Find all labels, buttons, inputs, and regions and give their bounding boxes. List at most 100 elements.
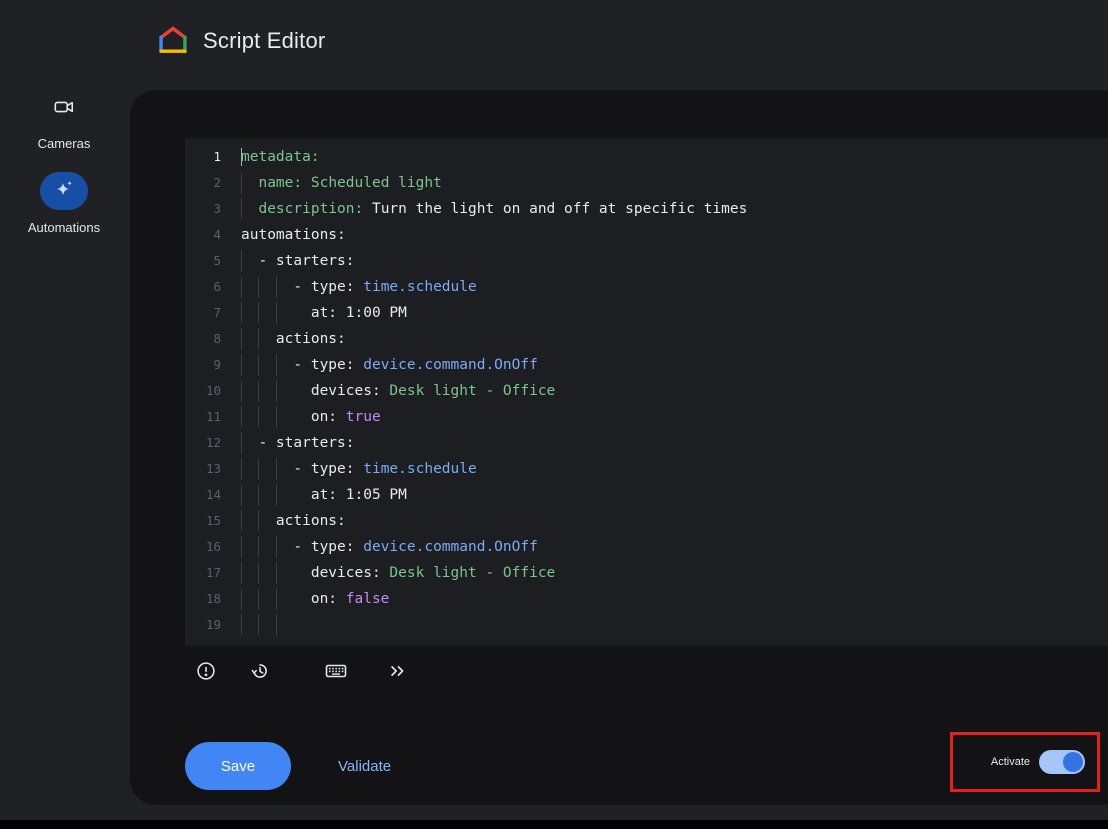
code-line[interactable]: 15 actions: — [185, 508, 1108, 534]
line-number: 14 — [185, 482, 241, 508]
line-number: 4 — [185, 222, 241, 248]
indent-guide — [276, 536, 277, 558]
code-line[interactable]: 16 - type: device.command.OnOff — [185, 534, 1108, 560]
annotation-highlight: Activate — [950, 732, 1100, 792]
indent-guide — [276, 354, 277, 376]
code-token: at: — [241, 487, 337, 503]
indent-guide — [276, 588, 277, 610]
code-line[interactable]: 18 on: false — [185, 586, 1108, 612]
code-token: true — [337, 409, 381, 425]
indent-guide — [241, 588, 242, 610]
code-token: Scheduled light — [302, 175, 442, 191]
indent-guide — [241, 302, 242, 324]
save-button[interactable]: Save — [185, 742, 291, 790]
code-line[interactable]: 3 description: Turn the light on and off… — [185, 196, 1108, 222]
code-line[interactable]: 1metadata: — [185, 144, 1108, 170]
code-token: device.command.OnOff — [355, 357, 538, 373]
indent-guide — [241, 562, 242, 584]
keyboard-button[interactable] — [316, 652, 356, 692]
indent-guide — [241, 536, 242, 558]
validate-button[interactable]: Validate — [326, 742, 403, 790]
code-line[interactable]: 4automations: — [185, 222, 1108, 248]
line-number: 2 — [185, 170, 241, 196]
indent-guide — [241, 380, 242, 402]
more-panels-button[interactable] — [378, 652, 418, 692]
toggle-knob — [1063, 752, 1083, 772]
code-token: 1:00 PM — [337, 305, 407, 321]
line-number: 16 — [185, 534, 241, 560]
indent-guide — [241, 614, 242, 636]
code-lines: 1metadata:2 name: Scheduled light3 descr… — [185, 144, 1108, 638]
history-button[interactable] — [240, 652, 280, 692]
indent-guide — [241, 510, 242, 532]
code-token: automations: — [241, 227, 346, 243]
keyboard-icon — [324, 659, 348, 686]
code-token — [241, 175, 258, 191]
code-token: actions: — [241, 513, 346, 529]
code-line[interactable]: 11 on: true — [185, 404, 1108, 430]
indent-guide — [258, 562, 259, 584]
indent-guide — [276, 406, 277, 428]
line-number: 7 — [185, 300, 241, 326]
sidebar-item-cameras[interactable]: Cameras — [0, 96, 128, 151]
code-token: 1:05 PM — [337, 487, 407, 503]
code-token — [241, 201, 258, 217]
line-number: 11 — [185, 404, 241, 430]
screen-edge-strip — [0, 820, 1108, 829]
indent-guide — [241, 198, 242, 220]
indent-guide — [258, 484, 259, 506]
code-line[interactable]: 7 at: 1:00 PM — [185, 300, 1108, 326]
code-line[interactable]: 19 — [185, 612, 1108, 638]
line-number: 10 — [185, 378, 241, 404]
line-number: 17 — [185, 560, 241, 586]
sidebar-item-automations[interactable]: Automations — [0, 172, 128, 235]
sidebar-item-label: Automations — [0, 220, 128, 235]
code-token: - starters: — [241, 253, 355, 269]
code-line[interactable]: 13 - type: time.schedule — [185, 456, 1108, 482]
line-number: 8 — [185, 326, 241, 352]
code-line[interactable]: 17 devices: Desk light - Office — [185, 560, 1108, 586]
camera-icon — [53, 96, 75, 123]
indent-guide — [241, 276, 242, 298]
line-number: 13 — [185, 456, 241, 482]
code-line[interactable]: 12 - starters: — [185, 430, 1108, 456]
code-token: devices: — [241, 565, 381, 581]
code-token: time.schedule — [355, 279, 477, 295]
code-line[interactable]: 6 - type: time.schedule — [185, 274, 1108, 300]
code-token: metadata: — [241, 149, 320, 165]
activate-toggle[interactable] — [1039, 750, 1085, 774]
problems-button[interactable] — [186, 652, 226, 692]
code-line[interactable]: 5 - starters: — [185, 248, 1108, 274]
indent-guide — [241, 432, 242, 454]
indent-guide — [276, 484, 277, 506]
indent-guide — [258, 406, 259, 428]
code-token: name: — [258, 175, 302, 191]
indent-guide — [241, 458, 242, 480]
indent-guide — [258, 614, 259, 636]
code-line[interactable]: 9 - type: device.command.OnOff — [185, 352, 1108, 378]
alert-circle-icon — [195, 660, 217, 685]
indent-guide — [276, 380, 277, 402]
sidebar-item-label: Cameras — [0, 136, 128, 151]
indent-guide — [276, 562, 277, 584]
code-line[interactable]: 10 devices: Desk light - Office — [185, 378, 1108, 404]
line-number: 5 — [185, 248, 241, 274]
indent-guide — [276, 302, 277, 324]
indent-guide — [241, 250, 242, 272]
editor-card: 1metadata:2 name: Scheduled light3 descr… — [130, 90, 1108, 805]
code-editor[interactable]: 1metadata:2 name: Scheduled light3 descr… — [185, 138, 1108, 646]
indent-guide — [241, 406, 242, 428]
code-token: - starters: — [241, 435, 355, 451]
page-title: Script Editor — [203, 28, 325, 54]
code-token: at: — [241, 305, 337, 321]
code-line[interactable]: 2 name: Scheduled light — [185, 170, 1108, 196]
text-caret — [241, 148, 242, 166]
indent-guide — [276, 458, 277, 480]
indent-guide — [241, 354, 242, 376]
code-line[interactable]: 14 at: 1:05 PM — [185, 482, 1108, 508]
line-number: 3 — [185, 196, 241, 222]
code-line[interactable]: 8 actions: — [185, 326, 1108, 352]
code-token: description: — [258, 201, 363, 217]
indent-guide — [241, 484, 242, 506]
code-token: on: — [241, 409, 337, 425]
